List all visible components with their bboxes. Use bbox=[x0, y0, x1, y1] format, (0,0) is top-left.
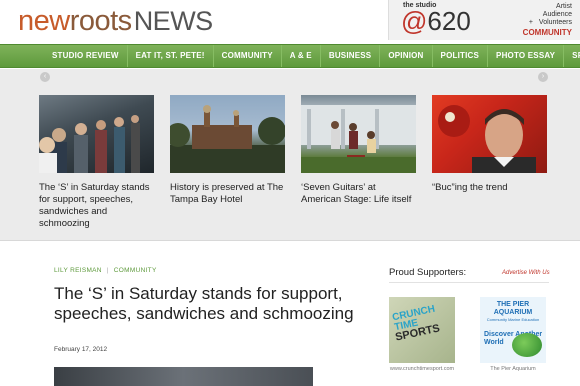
nav-business[interactable]: BUSINESS bbox=[321, 45, 381, 67]
nav-community[interactable]: COMMUNITY bbox=[214, 45, 282, 67]
featured-carousel: ‹ › The ‘S’ in Saturday stands for suppo… bbox=[0, 69, 580, 241]
article-headline[interactable]: The ‘S’ in Saturday stands for support, … bbox=[54, 284, 354, 324]
logo-news: NEWS bbox=[133, 6, 214, 36]
logo-roots: roots bbox=[69, 5, 132, 37]
pier-aquarium-logo[interactable]: THE PIER AQUARIUM Community Marine Educa… bbox=[480, 297, 546, 363]
nav-studio-review[interactable]: STUDIO REVIEW bbox=[0, 45, 128, 67]
slide-image-hotel[interactable] bbox=[170, 95, 285, 173]
studio-number: 620 bbox=[427, 6, 471, 36]
studio-line-audience: Audience bbox=[542, 11, 572, 18]
sidebar-title: Proud Supporters: bbox=[389, 267, 467, 278]
slide-caption[interactable]: ‘Seven Guitars’ at American Stage: Life … bbox=[301, 182, 416, 206]
slide-image-stage[interactable] bbox=[301, 95, 416, 173]
nav-opinion[interactable]: OPINION bbox=[380, 45, 433, 67]
nav-a-and-e[interactable]: A & E bbox=[282, 45, 321, 67]
slide-image-coach[interactable] bbox=[432, 95, 547, 173]
studio-community: COMMUNITY bbox=[522, 28, 572, 37]
meta-separator: | bbox=[106, 267, 109, 274]
studio-line-artist: Artist bbox=[556, 3, 572, 10]
fish-icon bbox=[512, 333, 542, 357]
article-category[interactable]: COMMUNITY bbox=[114, 267, 157, 274]
logo-new: new bbox=[18, 5, 70, 37]
carousel-prev-icon[interactable]: ‹ bbox=[40, 72, 50, 82]
article-date: February 17, 2012 bbox=[54, 346, 108, 353]
sponsor-crunch-time[interactable]: CRUNCH TIME SPORTS www.crunchtimesport.c… bbox=[389, 297, 455, 372]
sponsor-pier-aquarium[interactable]: THE PIER AQUARIUM Community Marine Educa… bbox=[480, 297, 546, 372]
nav-photo-essay[interactable]: PHOTO ESSAY bbox=[488, 45, 565, 67]
sponsor-caption[interactable]: www.crunchtimesport.com bbox=[389, 366, 455, 372]
studio-line-volunteers: + Volunteers bbox=[528, 19, 572, 26]
carousel-slide[interactable]: ‘Seven Guitars’ at American Stage: Life … bbox=[301, 95, 416, 206]
article-author[interactable]: LILY REISMAN bbox=[54, 267, 102, 274]
carousel-next-icon[interactable]: › bbox=[538, 72, 548, 82]
carousel-slide[interactable]: History is preserved at The Tampa Bay Ho… bbox=[170, 95, 285, 206]
studio-620-banner[interactable]: the studio @620 Artist Audience + Volunte… bbox=[388, 0, 580, 40]
nav-politics[interactable]: POLITICS bbox=[433, 45, 489, 67]
slide-caption[interactable]: “Buc”ing the trend bbox=[432, 182, 547, 194]
pier-logo-title: THE PIER AQUARIUM bbox=[493, 301, 533, 316]
carousel-slide[interactable]: The ‘S’ in Saturday stands for support, … bbox=[39, 95, 154, 230]
article-meta: LILY REISMAN | COMMUNITY bbox=[54, 267, 157, 274]
slide-caption[interactable]: History is preserved at The Tampa Bay Ho… bbox=[170, 182, 285, 206]
slide-caption[interactable]: The ‘S’ in Saturday stands for support, … bbox=[39, 182, 154, 230]
article-image[interactable] bbox=[54, 367, 313, 386]
crunch-time-logo[interactable]: CRUNCH TIME SPORTS bbox=[389, 297, 455, 363]
sponsor-caption[interactable]: The Pier Aquarium bbox=[480, 366, 546, 372]
advertise-link[interactable]: Advertise With Us bbox=[502, 270, 550, 276]
slide-image-audience[interactable] bbox=[39, 95, 154, 173]
studio-tagline: Artist Audience + Volunteers bbox=[529, 3, 572, 27]
carousel-slide[interactable]: “Buc”ing the trend bbox=[432, 95, 547, 194]
site-header: newrootsNEWS the studio @620 Artist Audi… bbox=[0, 0, 580, 44]
studio-logo: @620 bbox=[401, 6, 471, 36]
studio-at: @ bbox=[401, 6, 428, 36]
nav-eat-it-st-pete[interactable]: EAT IT, ST. PETE! bbox=[128, 45, 214, 67]
main-nav: STUDIO REVIEW EAT IT, ST. PETE! COMMUNIT… bbox=[0, 44, 580, 68]
pier-logo-subtitle: Community Marine Education bbox=[486, 317, 540, 322]
nav-sports[interactable]: SPORTS bbox=[564, 45, 580, 67]
site-logo[interactable]: newrootsNEWS bbox=[18, 4, 213, 38]
studio-plus: + bbox=[528, 19, 533, 26]
sidebar-divider bbox=[389, 282, 549, 283]
